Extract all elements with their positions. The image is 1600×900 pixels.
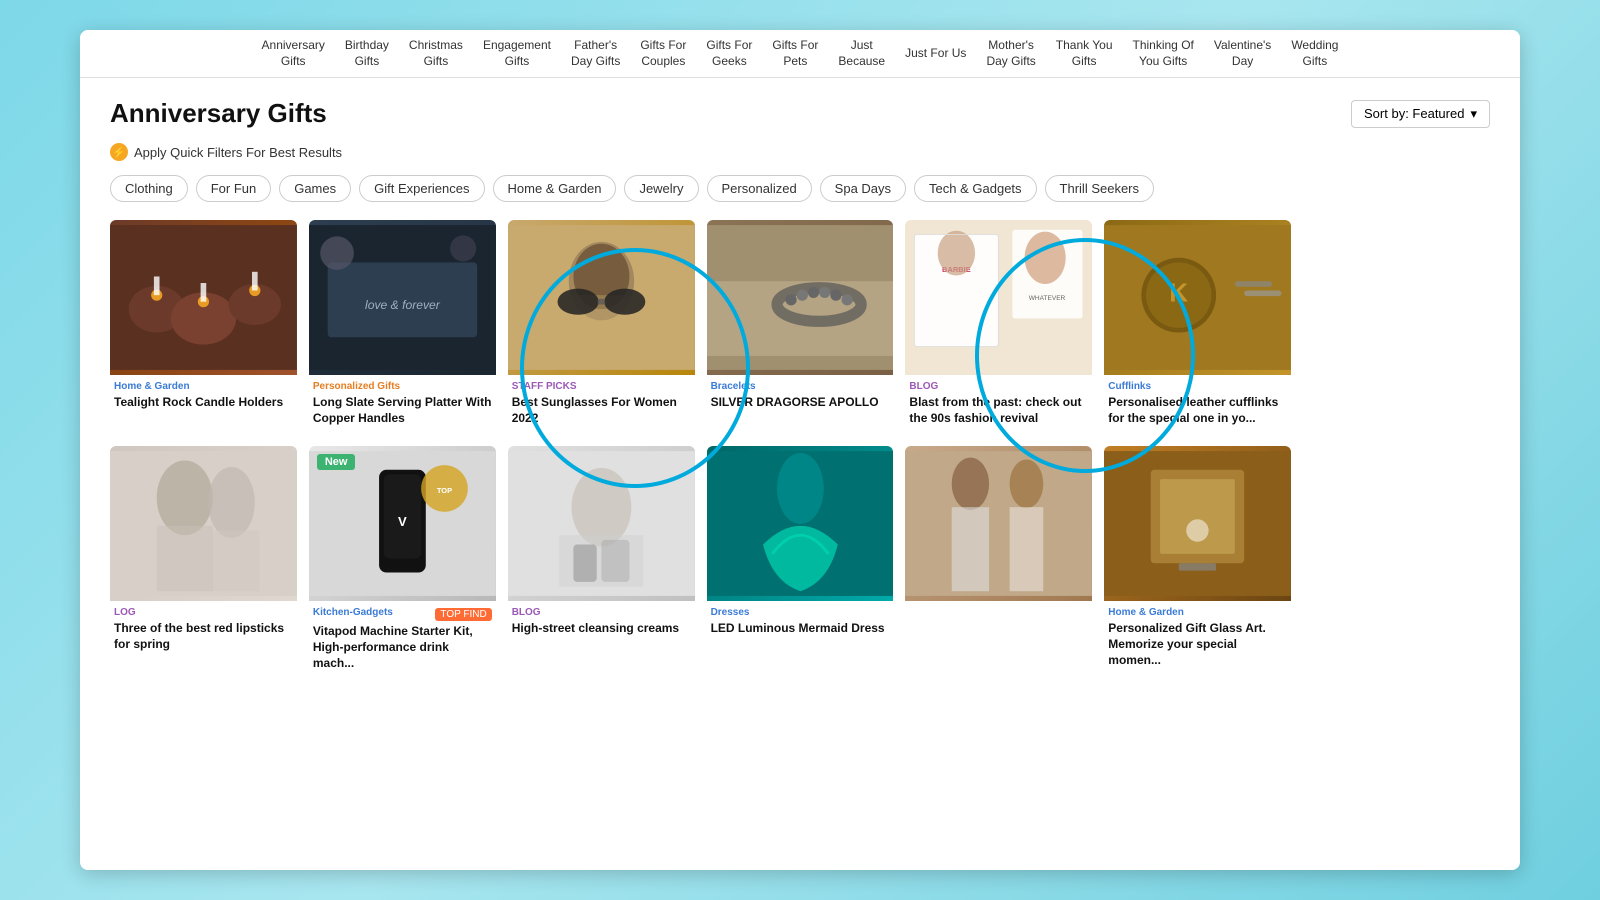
svg-text:V: V	[398, 514, 407, 529]
filter-games[interactable]: Games	[279, 175, 351, 202]
card-title: Best Sunglasses For Women 2022	[512, 395, 691, 426]
product-card-mermaid[interactable]: Dresses LED Luminous Mermaid Dress	[707, 446, 894, 679]
nav-just-for-us[interactable]: Just For Us	[905, 46, 966, 62]
nav-thinking[interactable]: Thinking OfYou Gifts	[1133, 38, 1194, 69]
product-grid-row1: Home & Garden Tealight Rock Candle Holde…	[110, 220, 1490, 434]
product-card-log-fashion[interactable]: LOG Three of the best red lipsticks for …	[110, 446, 297, 679]
new-badge: New	[317, 454, 356, 470]
card-category: Dresses	[711, 607, 890, 618]
svg-text:WHATEVER: WHATEVER	[1029, 295, 1066, 302]
nav-engagement[interactable]: EngagementGifts	[483, 38, 551, 69]
chevron-down-icon: ▾	[1470, 106, 1477, 122]
card-title: Personalized Gift Glass Art. Memorize yo…	[1108, 621, 1287, 668]
product-card-bracelet[interactable]: Bracelets SILVER DRAGORSE APOLLO	[707, 220, 894, 434]
product-card-vitapod[interactable]: New V TOP Kitchen-Gadgets TOP FIND	[309, 446, 496, 679]
product-card-glass-art[interactable]: Home & Garden Personalized Gift Glass Ar…	[1104, 446, 1291, 679]
hint-icon: ⚡	[110, 143, 128, 161]
top-nav: AnniversaryGifts BirthdayGifts Christmas…	[80, 30, 1520, 78]
product-card-couple[interactable]	[905, 446, 1092, 679]
page-title: Anniversary Gifts	[110, 98, 327, 129]
filter-tech-gadgets[interactable]: Tech & Gadgets	[914, 175, 1037, 202]
nav-pets[interactable]: Gifts ForPets	[772, 38, 818, 69]
card-category: STAFF PICKS	[512, 381, 691, 392]
filter-hint: ⚡ Apply Quick Filters For Best Results	[110, 143, 1490, 161]
card-title: LED Luminous Mermaid Dress	[711, 621, 890, 637]
card-category: BLOG	[512, 607, 691, 618]
top-find-badge: TOP FIND	[435, 608, 491, 621]
filter-clothing[interactable]: Clothing	[110, 175, 188, 202]
filter-personalized[interactable]: Personalized	[707, 175, 812, 202]
svg-text:love & forever: love & forever	[365, 298, 441, 312]
product-card-candles[interactable]: Home & Garden Tealight Rock Candle Holde…	[110, 220, 297, 434]
nav-anniversary[interactable]: AnniversaryGifts	[262, 38, 325, 69]
card-category: Cufflinks	[1108, 381, 1287, 392]
card-category: Home & Garden	[114, 381, 293, 392]
card-category: Kitchen-Gadgets	[313, 607, 393, 618]
card-category: LOG	[114, 607, 293, 618]
product-card-barbie[interactable]: BARBIE WHATEVER BLOG Blast from the past…	[905, 220, 1092, 434]
svg-text:TOP: TOP	[437, 487, 452, 496]
sort-button[interactable]: Sort by: Featured ▾	[1351, 100, 1490, 128]
nav-geeks[interactable]: Gifts ForGeeks	[706, 38, 752, 69]
nav-couples[interactable]: Gifts ForCouples	[640, 38, 686, 69]
nav-mothers[interactable]: Mother'sDay Gifts	[986, 38, 1035, 69]
nav-thank-you[interactable]: Thank YouGifts	[1056, 38, 1113, 69]
product-card-cleansing[interactable]: BLOG High-street cleansing creams	[508, 446, 695, 679]
product-grid-row2: LOG Three of the best red lipsticks for …	[110, 446, 1490, 679]
nav-fathers[interactable]: Father'sDay Gifts	[571, 38, 620, 69]
sort-label: Sort by: Featured	[1364, 106, 1464, 121]
filter-jewelry[interactable]: Jewelry	[624, 175, 698, 202]
card-category: BLOG	[909, 381, 1088, 392]
card-title: Vitapod Machine Starter Kit, High-perfor…	[313, 624, 492, 671]
product-card-cufflinks[interactable]: K Cufflinks Personalised leather cufflin…	[1104, 220, 1291, 434]
card-title: High-street cleansing creams	[512, 621, 691, 637]
card-category: Bracelets	[711, 381, 890, 392]
filter-thrill-seekers[interactable]: Thrill Seekers	[1045, 175, 1154, 202]
product-card-sunglasses[interactable]: STAFF PICKS Best Sunglasses For Women 20…	[508, 220, 695, 434]
svg-text:K: K	[1170, 278, 1189, 308]
card-title: Long Slate Serving Platter With Copper H…	[313, 395, 492, 426]
card-title: Personalised leather cufflinks for the s…	[1108, 395, 1287, 426]
nav-just-because[interactable]: JustBecause	[838, 38, 885, 69]
filter-hint-text: Apply Quick Filters For Best Results	[134, 145, 342, 160]
nav-valentines[interactable]: Valentine'sDay	[1214, 38, 1271, 69]
card-title: Blast from the past: check out the 90s f…	[909, 395, 1088, 426]
card-title: Tealight Rock Candle Holders	[114, 395, 293, 411]
card-title: Three of the best red lipsticks for spri…	[114, 621, 293, 652]
card-category: Personalized Gifts	[313, 381, 492, 392]
nav-christmas[interactable]: ChristmasGifts	[409, 38, 463, 69]
nav-wedding[interactable]: WeddingGifts	[1291, 38, 1338, 69]
nav-birthday[interactable]: BirthdayGifts	[345, 38, 389, 69]
filter-tags: Clothing For Fun Games Gift Experiences …	[110, 175, 1490, 202]
product-card-slate[interactable]: love & forever Personalized Gifts Long S…	[309, 220, 496, 434]
card-category: Home & Garden	[1108, 607, 1287, 618]
card-title: SILVER DRAGORSE APOLLO	[711, 395, 890, 411]
page-header: Anniversary Gifts Sort by: Featured ▾	[110, 98, 1490, 129]
filter-for-fun[interactable]: For Fun	[196, 175, 272, 202]
filter-home-garden[interactable]: Home & Garden	[493, 175, 617, 202]
filter-gift-experiences[interactable]: Gift Experiences	[359, 175, 484, 202]
filter-spa-days[interactable]: Spa Days	[820, 175, 906, 202]
